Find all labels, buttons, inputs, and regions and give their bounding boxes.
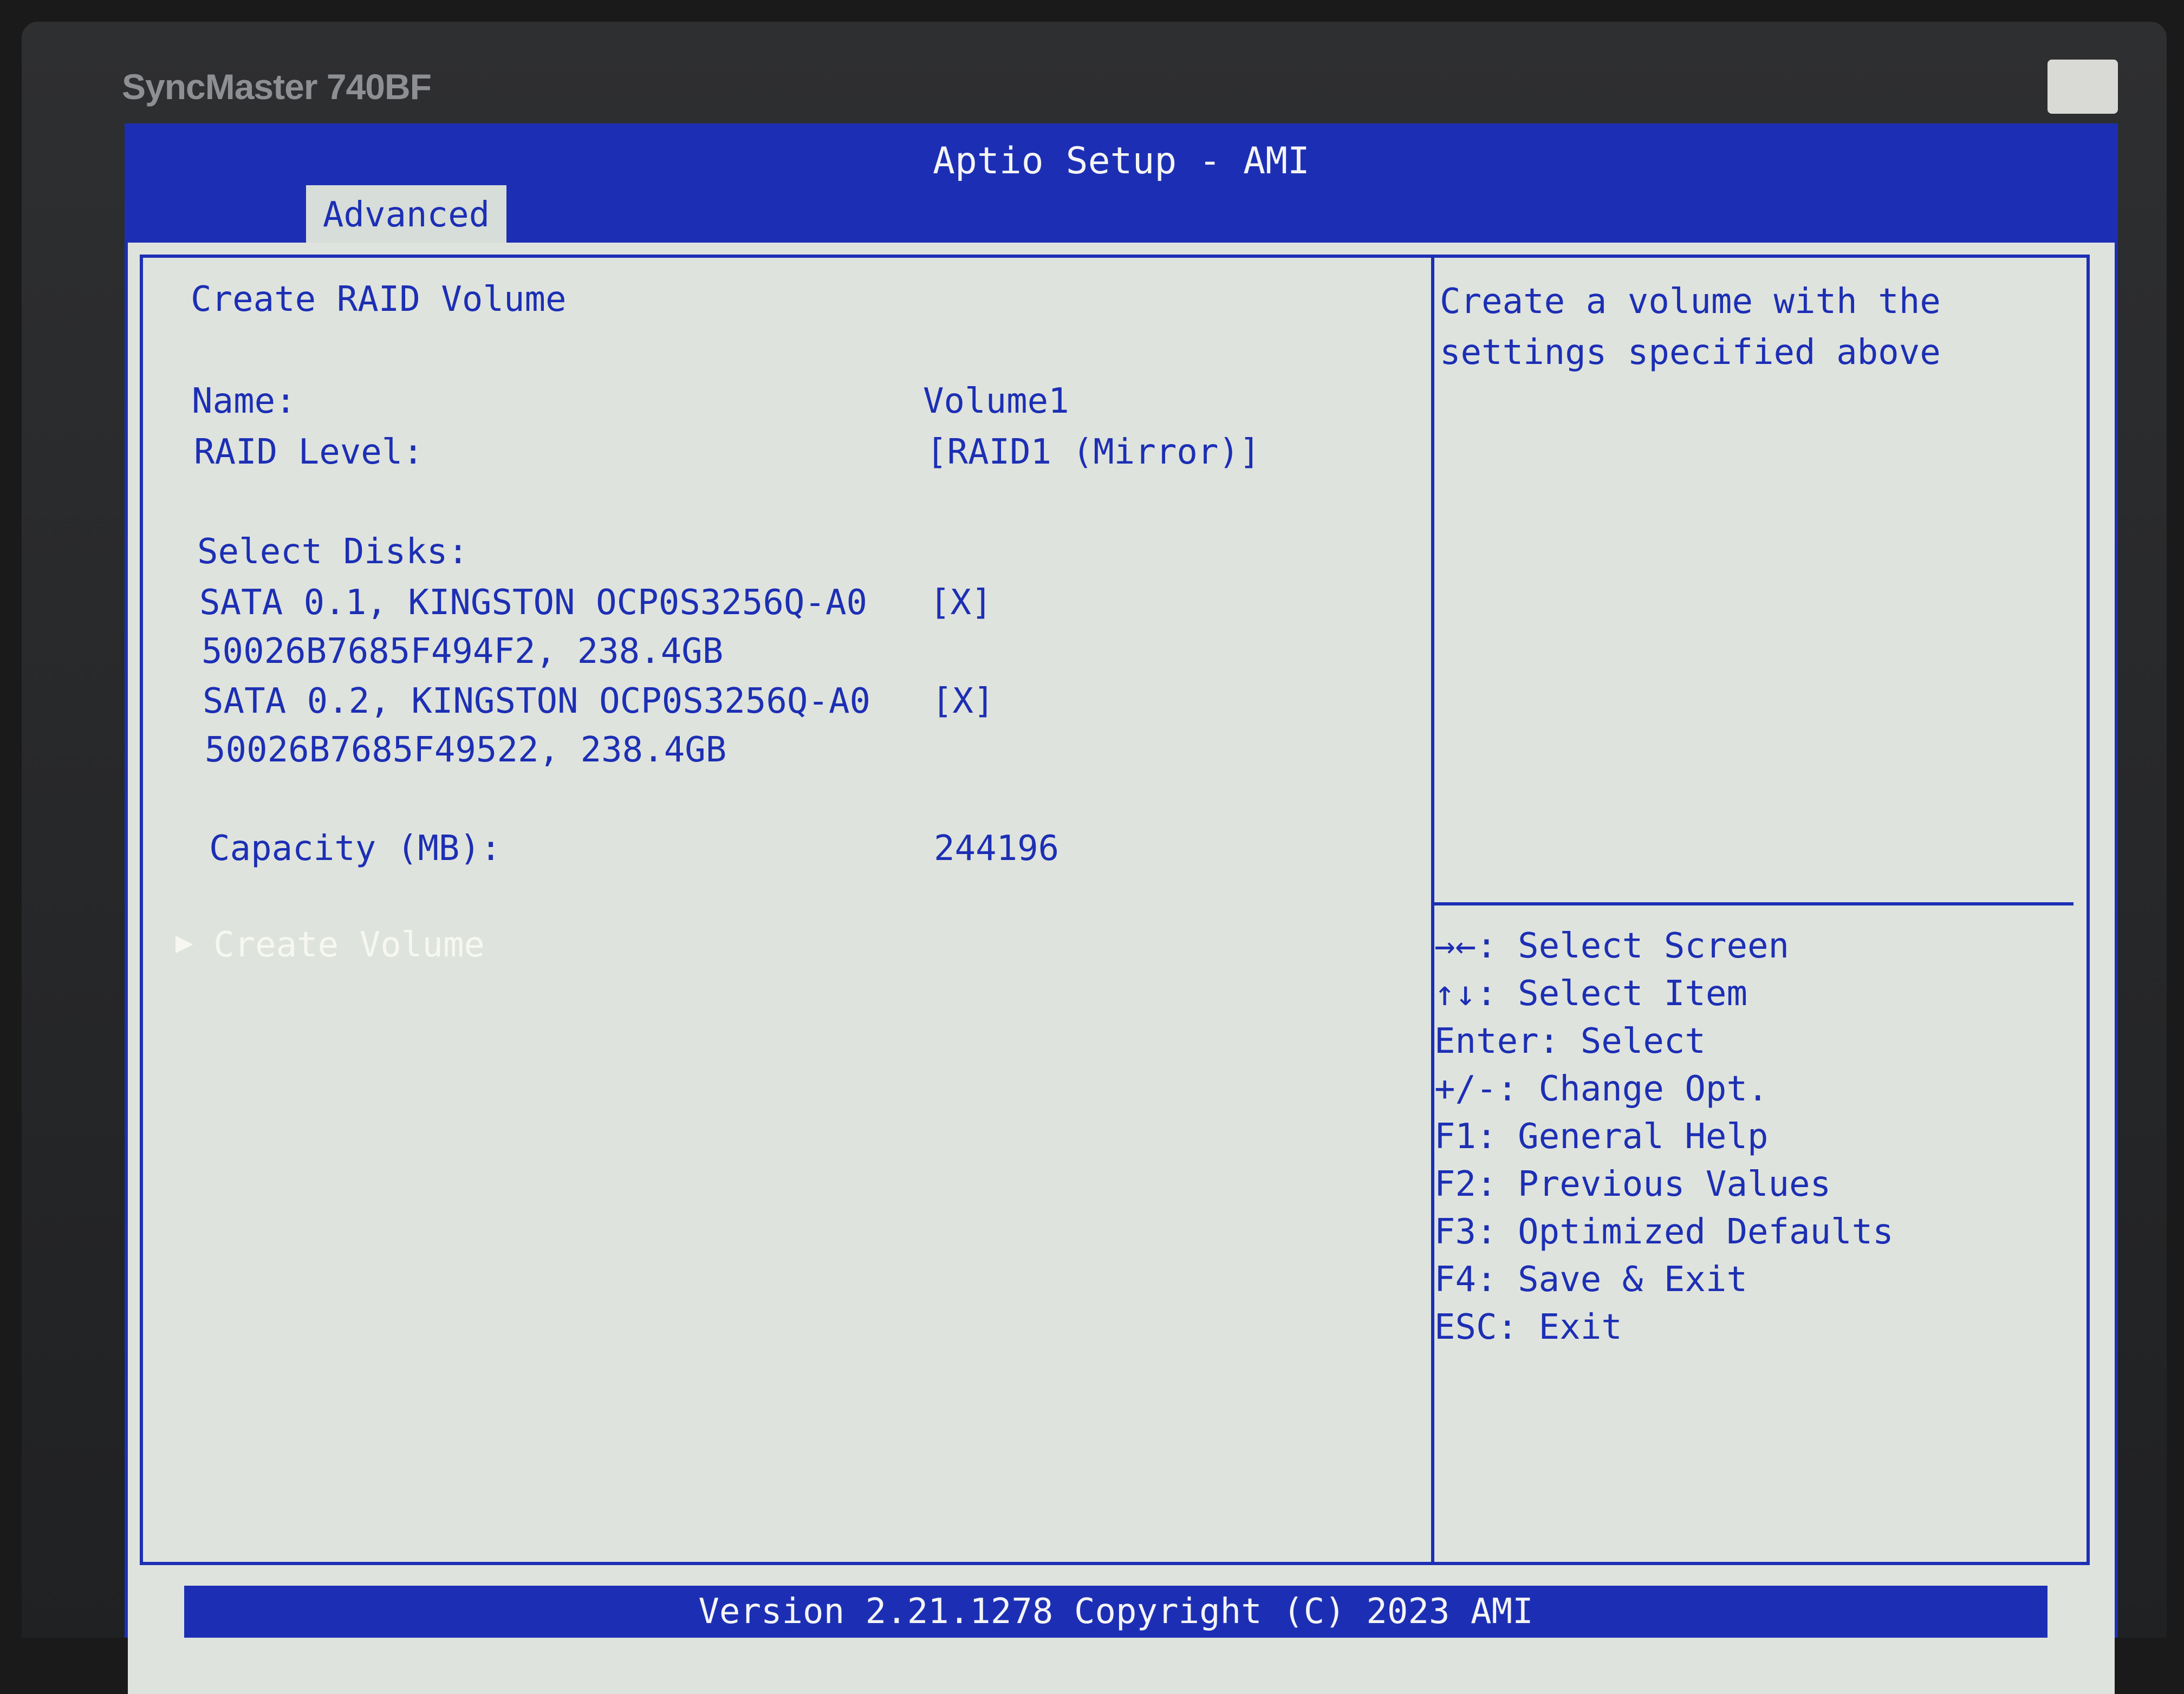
settings-panel: Create RAID Volume Name: Volume1 RAID Le… <box>140 255 1434 1565</box>
key-f2: F2: Previous Values <box>1434 1164 1831 1204</box>
name-label: Name: <box>192 381 296 421</box>
key-select-screen: →←: Select Screen <box>1434 926 1790 966</box>
help-text-line-1: Create a volume with the <box>1440 282 1941 322</box>
disk-2-checkbox[interactable]: [X] <box>932 681 994 721</box>
key-esc: ESC: Exit <box>1434 1307 1622 1347</box>
disk-1-checkbox[interactable]: [X] <box>929 583 992 623</box>
key-select-item: ↑↓: Select Item <box>1434 974 1747 1014</box>
page-title: Create RAID Volume <box>191 279 567 320</box>
key-change-opt: +/-: Change Opt. <box>1434 1069 1769 1109</box>
raid-level-label: RAID Level: <box>194 432 424 472</box>
disk-1-name: SATA 0.1, KINGSTON OCP0S3256Q-A0 <box>199 583 867 623</box>
bios-body: Create RAID Volume Name: Volume1 RAID Le… <box>128 243 2115 1694</box>
help-panel: Create a volume with the settings specif… <box>1434 255 2090 1565</box>
version-footer: Version 2.21.1278 Copyright (C) 2023 AMI <box>184 1586 2047 1638</box>
disk-2-details: 50026B7685F49522, 238.4GB <box>205 730 727 770</box>
key-f1: F1: General Help <box>1434 1117 1769 1157</box>
monitor-brand: SyncMaster 740BF <box>122 67 432 107</box>
bios-screen: Aptio Setup - AMI Advanced Create RAID V… <box>125 123 2118 1694</box>
key-f4: F4: Save & Exit <box>1434 1260 1747 1300</box>
tab-advanced[interactable]: Advanced <box>306 185 506 245</box>
disk-2-name: SATA 0.2, KINGSTON OCP0S3256Q-A0 <box>203 681 870 721</box>
bios-title: Aptio Setup - AMI <box>933 140 1310 183</box>
select-disks-label: Select Disks: <box>197 532 469 572</box>
monitor-badge <box>2047 60 2118 114</box>
key-enter: Enter: Select <box>1434 1021 1706 1061</box>
help-divider <box>1434 902 2074 905</box>
name-value[interactable]: Volume1 <box>923 381 1069 421</box>
disk-1-details: 50026B7685F494F2, 238.4GB <box>202 631 724 672</box>
capacity-label: Capacity (MB): <box>209 829 502 869</box>
create-volume-item[interactable]: Create Volume <box>213 925 485 965</box>
raid-level-value[interactable]: [RAID1 (Mirror)] <box>926 432 1260 472</box>
capacity-value: 244196 <box>934 829 1060 869</box>
key-f3: F3: Optimized Defaults <box>1434 1212 1894 1252</box>
arrow-right-icon: ▶ <box>176 925 193 959</box>
help-text-line-2: settings specified above <box>1440 333 1941 373</box>
